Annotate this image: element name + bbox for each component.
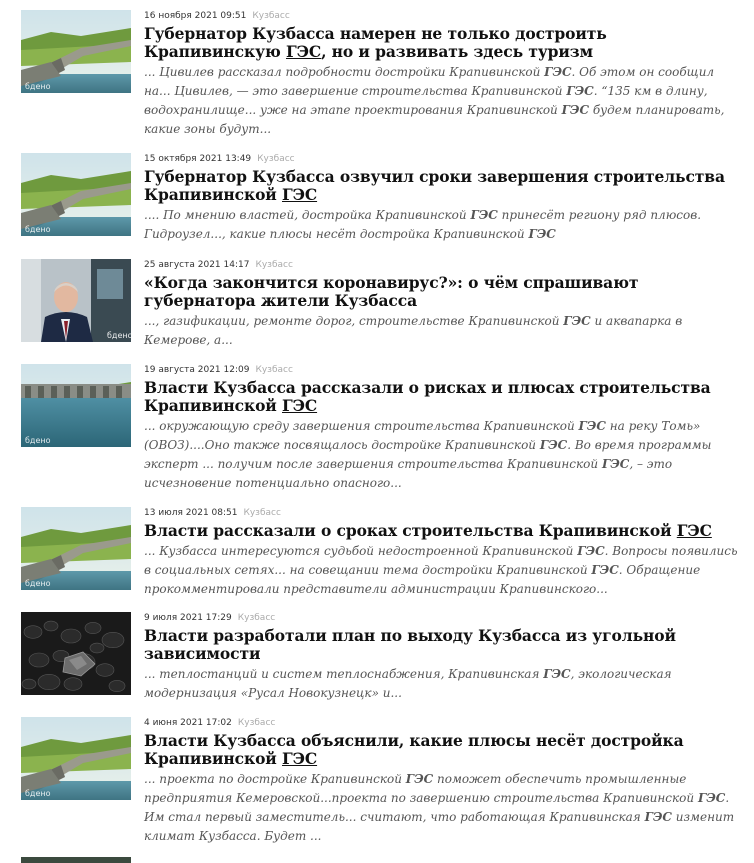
news-date: 15 октября 2021 13:49 bbox=[144, 154, 252, 164]
news-content: 25 августа 2021 14:17 Кузбасс «Когда закон… bbox=[144, 259, 740, 350]
thumbnail-image bbox=[21, 612, 131, 695]
news-date: 13 июля 2021 08:51 bbox=[144, 508, 238, 518]
news-title-text: Власти разработали план по выходу Кузбас… bbox=[144, 626, 676, 663]
thumbnail-image: бдено bbox=[21, 153, 131, 236]
news-date: 4 июня 2021 17:02 bbox=[144, 718, 232, 728]
news-region-tag[interactable]: Кузбасс bbox=[238, 613, 275, 623]
snippet-highlight: ГЭС bbox=[528, 227, 556, 241]
news-title-link[interactable]: Власти разработали план по выходу Кузбас… bbox=[144, 627, 740, 663]
news-title-highlight: ГЭС bbox=[285, 42, 322, 61]
snippet-highlight: ГЭС bbox=[544, 65, 572, 79]
svg-text:бдено: бдено bbox=[25, 436, 51, 445]
news-date: 25 августа 2021 14:17 bbox=[144, 260, 250, 270]
news-region-tag[interactable]: Кузбасс bbox=[243, 508, 280, 518]
snippet-highlight: ГЭС bbox=[470, 208, 498, 222]
news-snippet: ... Цивилев рассказал подробности достро… bbox=[144, 63, 740, 139]
snippet-text: ... Цивилев рассказал подробности достро… bbox=[144, 65, 545, 79]
news-meta: 25 августа 2021 14:17 Кузбасс bbox=[144, 259, 740, 271]
news-snippet: ..., газификации, ремонте дорог, строите… bbox=[144, 312, 740, 350]
news-meta: 16 ноября 2021 09:51 Кузбасс bbox=[144, 10, 740, 22]
news-title-link[interactable]: Губернатор Кузбасса озвучил сроки заверш… bbox=[144, 168, 740, 204]
news-region-tag[interactable]: Кузбасс bbox=[252, 11, 289, 21]
news-thumbnail[interactable]: бдено bbox=[21, 364, 131, 447]
snippet-text: ... теплостанций и систем теплоснабжения… bbox=[144, 667, 544, 681]
news-snippet: .... По мнению властей, достройка Крапив… bbox=[144, 206, 740, 244]
snippet-text: .... По мнению властей, достройка Крапив… bbox=[144, 208, 471, 222]
news-title-highlight: ГЭС bbox=[282, 185, 318, 204]
news-content: 4 июня 2021 17:02 Кузбасс Власти Кузбасса … bbox=[144, 717, 740, 846]
svg-text:бдено: бдено bbox=[107, 331, 131, 340]
svg-text:бдено: бдено bbox=[25, 82, 51, 91]
news-title-link[interactable]: Власти Кузбасса рассказали о рисках и пл… bbox=[144, 379, 740, 415]
news-snippet: ... окружающую среду завершения строител… bbox=[144, 417, 740, 493]
news-region-tag[interactable]: Кузбасс bbox=[255, 365, 292, 375]
snippet-highlight: ГЭС bbox=[539, 438, 568, 452]
news-title-link[interactable]: Власти Кузбасса объяснили, какие плюсы н… bbox=[144, 732, 740, 768]
svg-text:бдено: бдено bbox=[25, 789, 51, 798]
news-title-text: Власти Кузбасса объяснили, какие плюсы н… bbox=[144, 731, 684, 768]
snippet-highlight: ГЭС bbox=[405, 772, 434, 786]
news-content: 16 ноября 2021 09:51 Кузбасс Губернатор Ку… bbox=[144, 10, 740, 139]
snippet-highlight: ГЭС bbox=[577, 544, 605, 558]
news-content: 13 июля 2021 08:51 Кузбасс Власти рассказа… bbox=[144, 507, 740, 599]
svg-text:бдено: бдено bbox=[25, 225, 51, 234]
news-title-text: Губернатор Кузбасса озвучил сроки заверш… bbox=[144, 167, 725, 204]
news-region-tag[interactable]: Кузбасс bbox=[257, 154, 294, 164]
news-meta: 15 октября 2021 13:49 Кузбасс bbox=[144, 153, 740, 165]
snippet-highlight: ГЭС bbox=[563, 314, 591, 328]
news-thumbnail[interactable]: бдено bbox=[21, 10, 131, 93]
news-thumbnail[interactable]: бдено bbox=[21, 153, 131, 236]
snippet-highlight: ГЭС bbox=[566, 84, 594, 98]
thumbnail-image: бдено bbox=[21, 364, 131, 447]
news-thumbnail[interactable]: бдено bbox=[21, 507, 131, 590]
thumbnail-image: бдено bbox=[21, 717, 131, 800]
news-meta: 4 июня 2021 17:02 Кузбасс bbox=[144, 717, 740, 729]
news-meta: 19 августа 2021 12:09 Кузбасс bbox=[144, 364, 740, 376]
news-title-text: Власти рассказали о сроках строительства… bbox=[144, 521, 677, 540]
news-region-tag[interactable]: Кузбасс bbox=[238, 718, 275, 728]
next-thumbnail-partial[interactable] bbox=[21, 857, 131, 863]
news-title-link[interactable]: Губернатор Кузбасса намерен не только до… bbox=[144, 25, 740, 61]
news-thumbnail[interactable] bbox=[21, 612, 131, 695]
news-date: 19 августа 2021 12:09 bbox=[144, 365, 250, 375]
news-date: 16 ноября 2021 09:51 bbox=[144, 11, 247, 21]
snippet-text: ..., газификации, ремонте дорог, строите… bbox=[144, 314, 564, 328]
snippet-text: ... Кузбасса интересуются судьбой недост… bbox=[144, 544, 578, 558]
snippet-highlight: ГЭС bbox=[591, 563, 619, 577]
news-title-text: Власти Кузбасса рассказали о рисках и пл… bbox=[144, 378, 711, 415]
news-snippet: ... Кузбасса интересуются судьбой недост… bbox=[144, 542, 740, 599]
news-title-text: , но и развивать здесь туризм bbox=[321, 42, 593, 61]
news-title-link[interactable]: «Когда закончится коронавирус?»: о чём с… bbox=[144, 274, 740, 310]
snippet-highlight: ГЭС bbox=[578, 419, 606, 433]
news-snippet: ... проекта по достройке Крапивинской ГЭ… bbox=[144, 770, 740, 846]
snippet-highlight: ГЭС bbox=[697, 791, 726, 805]
news-region-tag[interactable]: Кузбасс bbox=[255, 260, 292, 270]
snippet-highlight: ГЭС bbox=[561, 103, 589, 117]
news-meta: 9 июля 2021 17:29 Кузбасс bbox=[144, 612, 740, 624]
thumbnail-image: бдено bbox=[21, 259, 131, 342]
news-content: 15 октября 2021 13:49 Кузбасс Губернатор К… bbox=[144, 153, 740, 244]
thumbnail-image: бдено bbox=[21, 507, 131, 590]
news-title-link[interactable]: Власти рассказали о сроках строительства… bbox=[144, 522, 740, 540]
news-thumbnail[interactable]: бдено bbox=[21, 259, 131, 342]
snippet-highlight: ГЭС bbox=[644, 810, 672, 824]
news-title-highlight: ГЭС bbox=[282, 396, 318, 415]
news-date: 9 июля 2021 17:29 bbox=[144, 613, 232, 623]
news-snippet: ... теплостанций и систем теплоснабжения… bbox=[144, 665, 740, 703]
thumbnail-image: бдено bbox=[21, 10, 131, 93]
news-title-text: «Когда закончится коронавирус?»: о чём с… bbox=[144, 273, 639, 310]
news-content: 19 августа 2021 12:09 Кузбасс Власти Кузба… bbox=[144, 364, 740, 493]
snippet-text: ... окружающую среду завершения строител… bbox=[144, 419, 579, 433]
snippet-highlight: ГЭС bbox=[543, 667, 571, 681]
news-title-highlight: ГЭС bbox=[282, 749, 318, 768]
news-thumbnail[interactable]: бдено bbox=[21, 717, 131, 800]
news-title-highlight: ГЭС bbox=[676, 521, 712, 540]
news-content: 9 июля 2021 17:29 Кузбасс Власти разработа… bbox=[144, 612, 740, 703]
snippet-highlight: ГЭС bbox=[601, 457, 630, 471]
news-meta: 13 июля 2021 08:51 Кузбасс bbox=[144, 507, 740, 519]
snippet-text: ... проекта по достройке Крапивинской bbox=[144, 772, 406, 786]
svg-text:бдено: бдено bbox=[25, 579, 51, 588]
